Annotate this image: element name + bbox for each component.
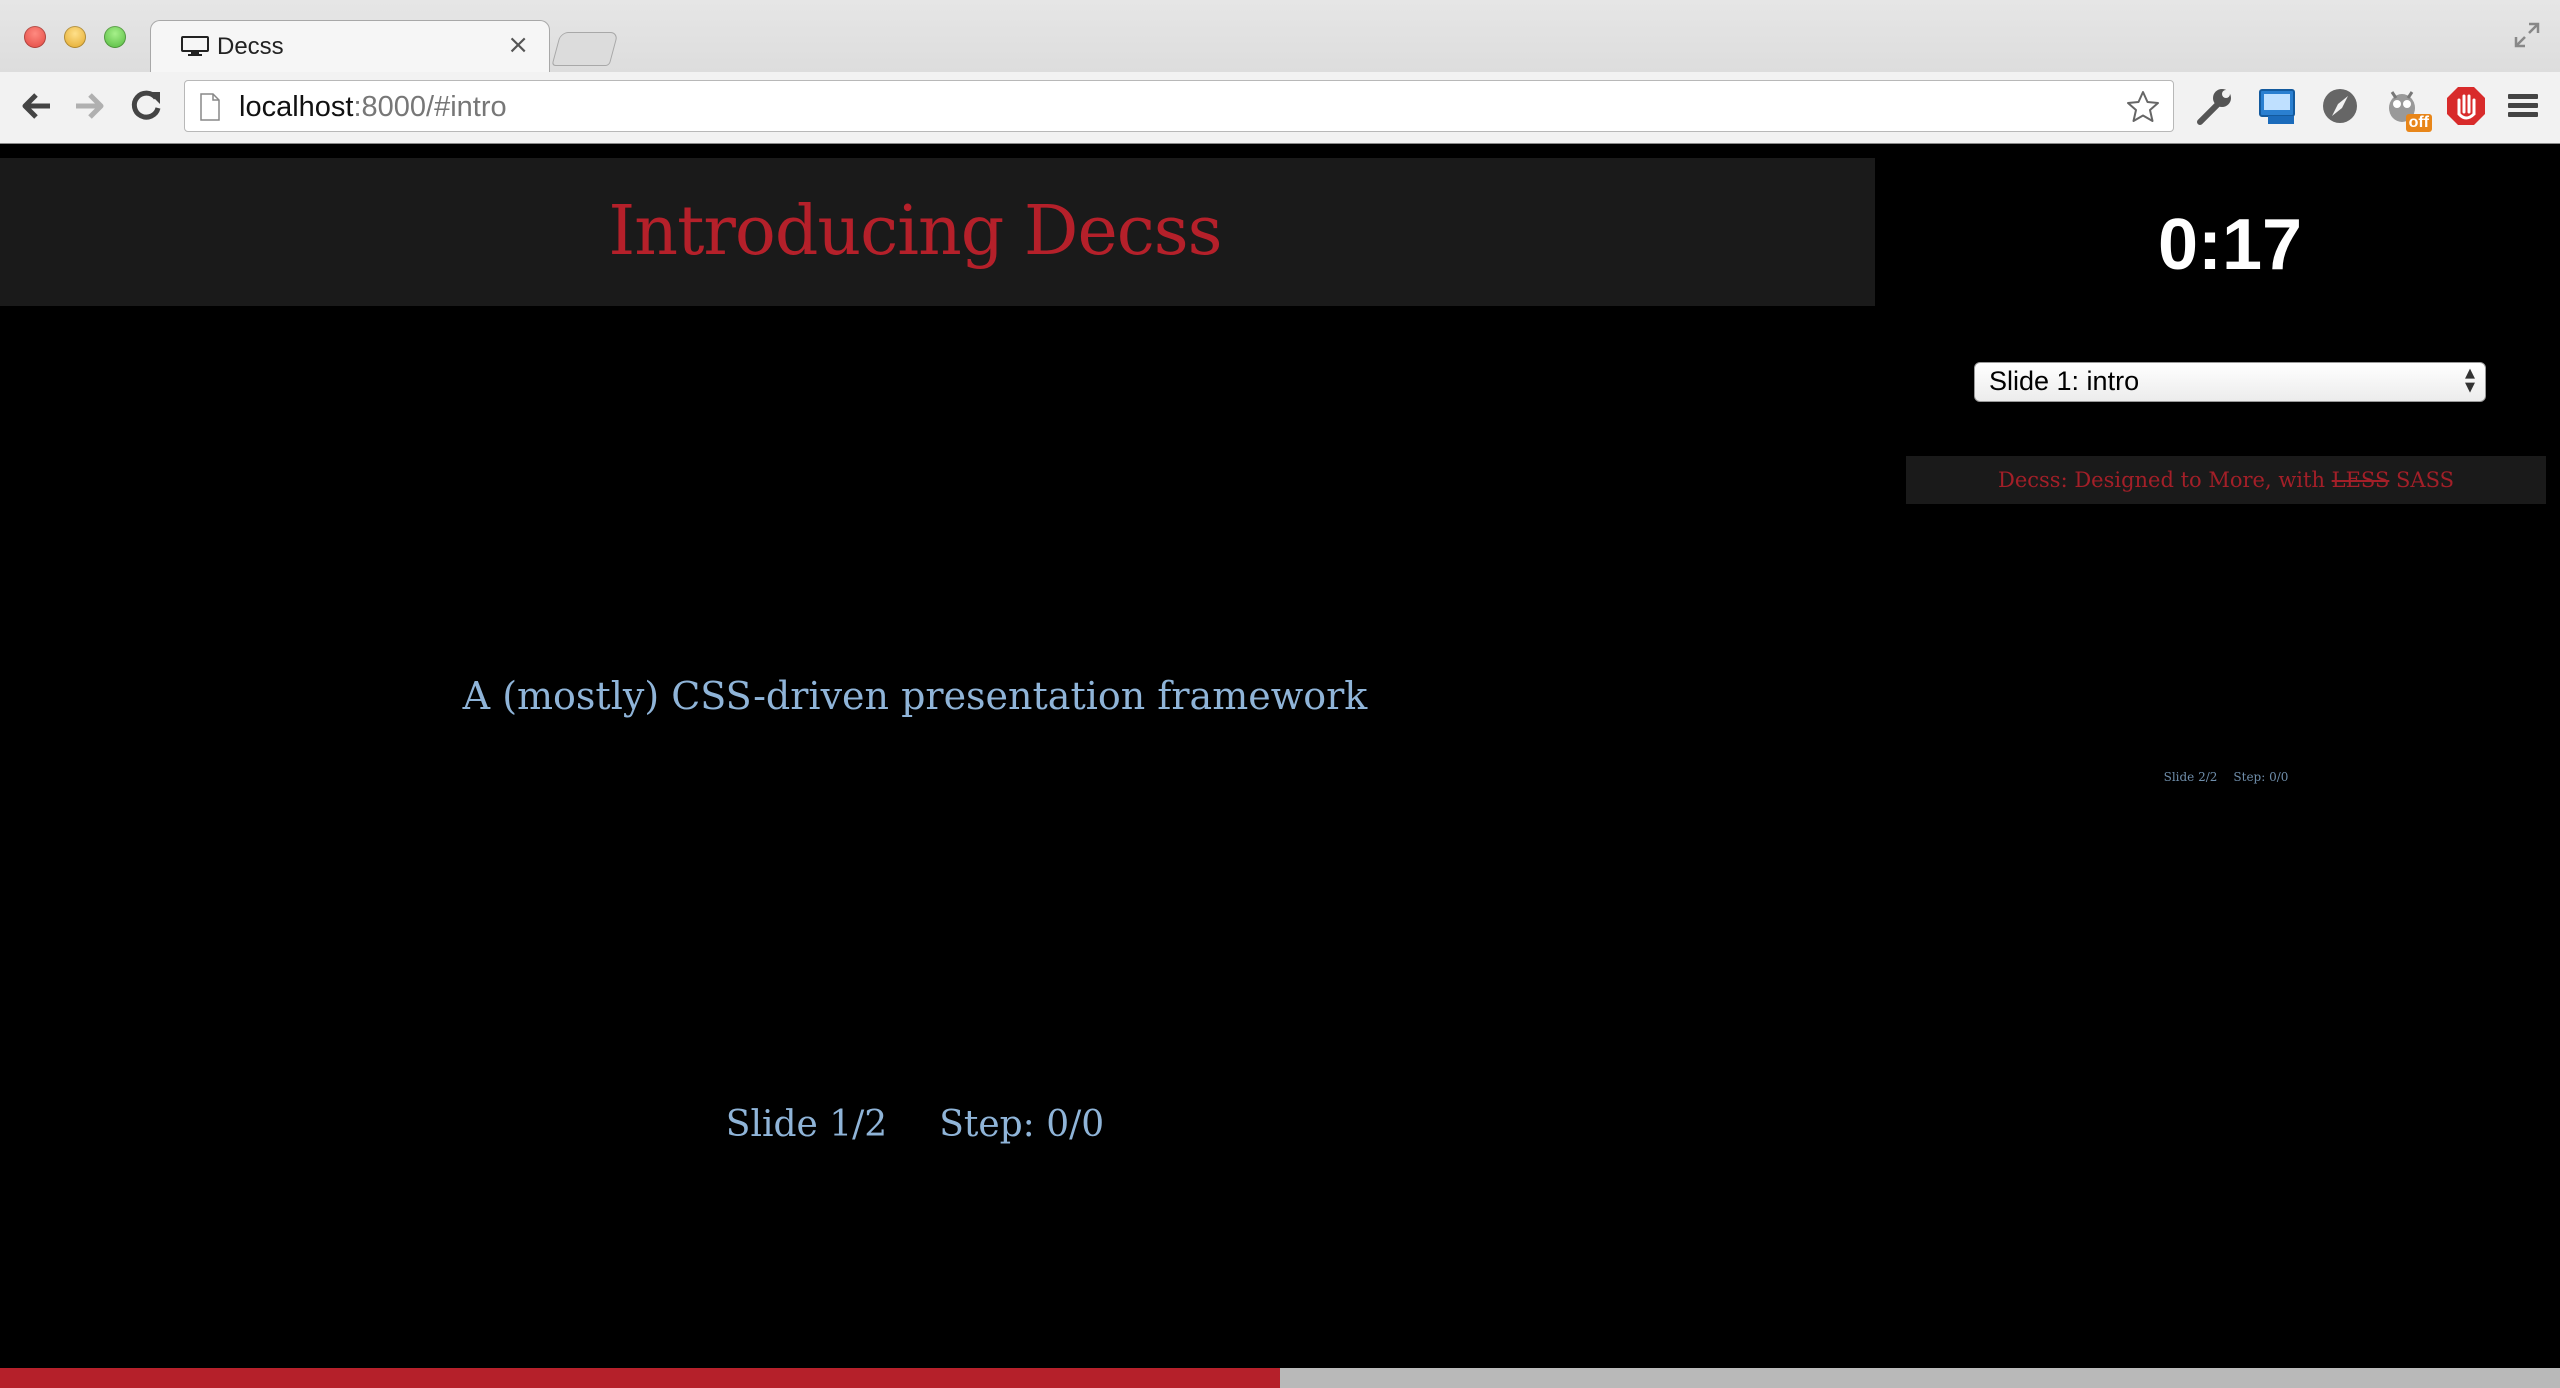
browser-toolbar: localhost:8000/#intro off [0,72,2560,143]
slide-status: Slide 1/2 Step: 0/0 [0,1104,1830,1145]
wrench-icon[interactable] [2192,84,2236,128]
slide-header: Introducing Decss [0,158,1875,306]
address-bar[interactable]: localhost:8000/#intro [184,80,2174,132]
url-path: :8000/#intro [353,91,507,123]
preview-status: Slide 2/2 Step: 0/0 [1906,770,2546,784]
preview-title: Decss: Designed to More, with LESS SASS [1906,456,2546,504]
progress-bar [0,1368,2560,1388]
slide-select[interactable]: Slide 1: intro ▲ ▼ [1974,362,2486,402]
reload-icon[interactable] [126,86,166,126]
slide-select-value: Slide 1: intro [1989,366,2140,396]
preview-title-struck: LESS [2331,468,2390,492]
close-window-button[interactable] [24,26,46,48]
select-arrows-icon: ▲ ▼ [2465,366,2475,395]
step-counter: Step: 0/0 [939,1104,1105,1145]
minimize-window-button[interactable] [64,26,86,48]
screenshot-icon[interactable] [2256,84,2300,128]
presenter-timer: 0:17 [2157,205,2303,285]
adblock-icon[interactable] [2444,84,2488,128]
tab-close-icon[interactable]: × [507,31,529,59]
tab-decss[interactable]: Decss × [150,20,550,72]
new-tab-button[interactable] [551,32,619,66]
preview-title-prefix: Decss: Designed to More, with [1998,468,2332,492]
slide-subtitle: A (mostly) CSS-driven presentation frame… [462,674,1368,718]
page-icon [200,93,220,121]
tab-title: Decss [217,33,284,60]
preview-step-counter: Step: 0/0 [2233,770,2289,784]
extension-badge: off [2405,114,2432,132]
progress-fill [0,1368,1280,1388]
url-text: localhost:8000/#intro [239,91,507,124]
preview-title-suffix: SASS [2389,468,2454,492]
back-arrow-icon[interactable] [16,86,56,126]
preview-slide-counter: Slide 2/2 [2163,770,2218,784]
bug-extension[interactable]: off [2382,84,2432,132]
browser-chrome: Decss × localhost:8000/#intro off [0,0,2560,144]
forward-arrow-icon[interactable] [70,86,110,126]
menu-icon[interactable] [2502,84,2546,128]
presentation-page: Introducing Decss A (mostly) CSS-driven … [0,144,2560,1388]
zoom-window-button[interactable] [104,26,126,48]
slide-title: Introducing Decss [608,192,1222,271]
compass-icon[interactable] [2318,84,2362,128]
monitor-icon [181,36,209,56]
url-host: localhost [239,91,354,123]
next-slide-preview: Decss: Designed to More, with LESS SASS [1906,456,2546,504]
bookmark-star-icon[interactable] [2125,89,2161,125]
fullscreen-icon[interactable] [2512,20,2542,50]
slide-counter: Slide 1/2 [725,1104,888,1145]
